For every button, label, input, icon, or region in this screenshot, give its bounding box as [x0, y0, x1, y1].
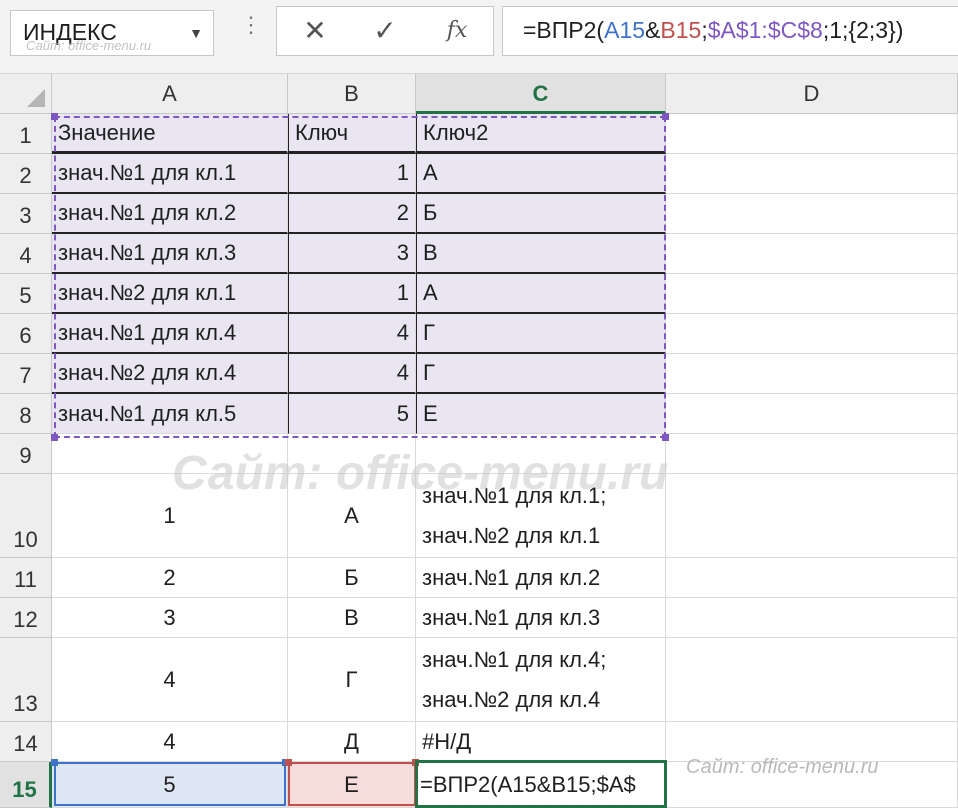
insert-function-icon[interactable]: fx — [427, 11, 487, 51]
cell-a3[interactable]: знач.№1 для кл.2 — [52, 194, 288, 234]
cell-a2[interactable]: знач.№1 для кл.1 — [52, 154, 288, 194]
cell-c6[interactable]: Г — [416, 314, 666, 354]
cell-c5[interactable]: А — [416, 274, 666, 314]
cell-c1[interactable]: Ключ2 — [416, 114, 666, 154]
row-header-9[interactable]: 9 — [0, 434, 52, 474]
row-header-5[interactable]: 5 — [0, 274, 52, 314]
check-icon[interactable]: ✓ — [355, 11, 415, 51]
ref-handle[interactable] — [412, 759, 419, 766]
cell-a1[interactable]: Значение — [52, 114, 288, 154]
watermark-corner: Сайт: office-menu.ru — [686, 756, 879, 778]
cell-a13[interactable]: 4 — [52, 638, 288, 722]
formula-input[interactable]: =ВПР2(A15&B15;$A$1:$C$8;1;{2;3}) — [502, 6, 958, 56]
cell-a15[interactable]: 5 — [52, 762, 288, 808]
cell-c10-line2: знач.№2 для кл.1 — [422, 522, 601, 548]
formula-text: =ВПР2(A15&B15;$A$1:$C$8;1;{2;3}) — [523, 17, 904, 43]
formula-toolbar: ИНДЕКС ▼ Сайт: office-menu.ru ⋮ ✕ ✓ fx =… — [0, 0, 958, 74]
cell-c13[interactable]: знач.№1 для кл.4; знач.№2 для кл.4 — [416, 638, 666, 722]
cell-b15[interactable]: Е — [288, 762, 416, 808]
cell-c15-active[interactable]: =ВПР2(A15&B15;$A$ — [416, 762, 666, 808]
row-header-15[interactable]: 15 — [0, 762, 52, 808]
cell-d3[interactable] — [666, 194, 958, 234]
row-header-10[interactable]: 10 — [0, 474, 52, 558]
cell-a4[interactable]: знач.№1 для кл.3 — [52, 234, 288, 274]
row-header-3[interactable]: 3 — [0, 194, 52, 234]
cancel-icon[interactable]: ✕ — [285, 11, 345, 51]
cell-b6[interactable]: 4 — [288, 314, 416, 354]
cell-c13-line2: знач.№2 для кл.4 — [422, 686, 601, 712]
cell-d11[interactable] — [666, 558, 958, 598]
cell-b13[interactable]: Г — [288, 638, 416, 722]
row-header-1[interactable]: 1 — [0, 114, 52, 154]
more-options-icon[interactable]: ⋮ — [240, 12, 262, 38]
chevron-down-icon[interactable]: ▼ — [189, 25, 203, 41]
range-handle[interactable] — [662, 113, 669, 120]
range-handle[interactable] — [662, 434, 669, 441]
cell-b12[interactable]: В — [288, 598, 416, 638]
column-header-c[interactable]: C — [416, 74, 666, 114]
formula-buttons: ✕ ✓ fx — [276, 6, 494, 56]
cell-a7[interactable]: знач.№2 для кл.4 — [52, 354, 288, 394]
cell-d10[interactable] — [666, 474, 958, 558]
column-header-d[interactable]: D — [666, 74, 958, 114]
cell-c3[interactable]: Б — [416, 194, 666, 234]
row-header-6[interactable]: 6 — [0, 314, 52, 354]
cell-c4[interactable]: В — [416, 234, 666, 274]
column-header-a[interactable]: A — [52, 74, 288, 114]
cell-c11[interactable]: знач.№1 для кл.2 — [416, 558, 666, 598]
cell-d13[interactable] — [666, 638, 958, 722]
row-header-4[interactable]: 4 — [0, 234, 52, 274]
cell-c14[interactable]: #Н/Д — [416, 722, 666, 762]
watermark-overlay: Сайт: office-menu.ru — [172, 447, 669, 500]
cell-c7[interactable]: Г — [416, 354, 666, 394]
cell-b11[interactable]: Б — [288, 558, 416, 598]
row-header-11[interactable]: 11 — [0, 558, 52, 598]
cell-b5[interactable]: 1 — [288, 274, 416, 314]
cell-d5[interactable] — [666, 274, 958, 314]
cell-d1[interactable] — [666, 114, 958, 154]
cell-d4[interactable] — [666, 234, 958, 274]
cell-d8[interactable] — [666, 394, 958, 434]
cell-b1[interactable]: Ключ — [288, 114, 416, 154]
cell-d6[interactable] — [666, 314, 958, 354]
cell-c12[interactable]: знач.№1 для кл.3 — [416, 598, 666, 638]
spreadsheet-grid: A B C D 1 2 3 4 5 6 7 8 9 10 11 12 13 14… — [0, 74, 958, 808]
cell-a6[interactable]: знач.№1 для кл.4 — [52, 314, 288, 354]
cell-d9[interactable] — [666, 434, 958, 474]
column-header-b[interactable]: B — [288, 74, 416, 114]
row-header-2[interactable]: 2 — [0, 154, 52, 194]
range-handle[interactable] — [51, 113, 58, 120]
cell-b3[interactable]: 2 — [288, 194, 416, 234]
range-handle[interactable] — [51, 434, 58, 441]
cell-c2[interactable]: А — [416, 154, 666, 194]
cell-b14[interactable]: Д — [288, 722, 416, 762]
cell-d7[interactable] — [666, 354, 958, 394]
cell-b4[interactable]: 3 — [288, 234, 416, 274]
cell-c13-line1: знач.№1 для кл.4; — [422, 646, 607, 672]
ref-handle[interactable] — [285, 759, 292, 766]
row-header-7[interactable]: 7 — [0, 354, 52, 394]
row-header-12[interactable]: 12 — [0, 598, 52, 638]
cell-a5[interactable]: знач.№2 для кл.1 — [52, 274, 288, 314]
cell-a12[interactable]: 3 — [52, 598, 288, 638]
cell-d2[interactable] — [666, 154, 958, 194]
cell-b2[interactable]: 1 — [288, 154, 416, 194]
cell-c8[interactable]: Е — [416, 394, 666, 434]
cell-b8[interactable]: 5 — [288, 394, 416, 434]
ref-handle[interactable] — [51, 759, 58, 766]
cell-a14[interactable]: 4 — [52, 722, 288, 762]
cell-a11[interactable]: 2 — [52, 558, 288, 598]
row-header-13[interactable]: 13 — [0, 638, 52, 722]
watermark-text: Сайт: office-menu.ru — [26, 38, 152, 53]
row-header-8[interactable]: 8 — [0, 394, 52, 434]
cell-a8[interactable]: знач.№1 для кл.5 — [52, 394, 288, 434]
cell-d12[interactable] — [666, 598, 958, 638]
select-all-icon — [27, 89, 45, 107]
row-header-14[interactable]: 14 — [0, 722, 52, 762]
select-all-button[interactable] — [0, 74, 52, 114]
cell-b7[interactable]: 4 — [288, 354, 416, 394]
